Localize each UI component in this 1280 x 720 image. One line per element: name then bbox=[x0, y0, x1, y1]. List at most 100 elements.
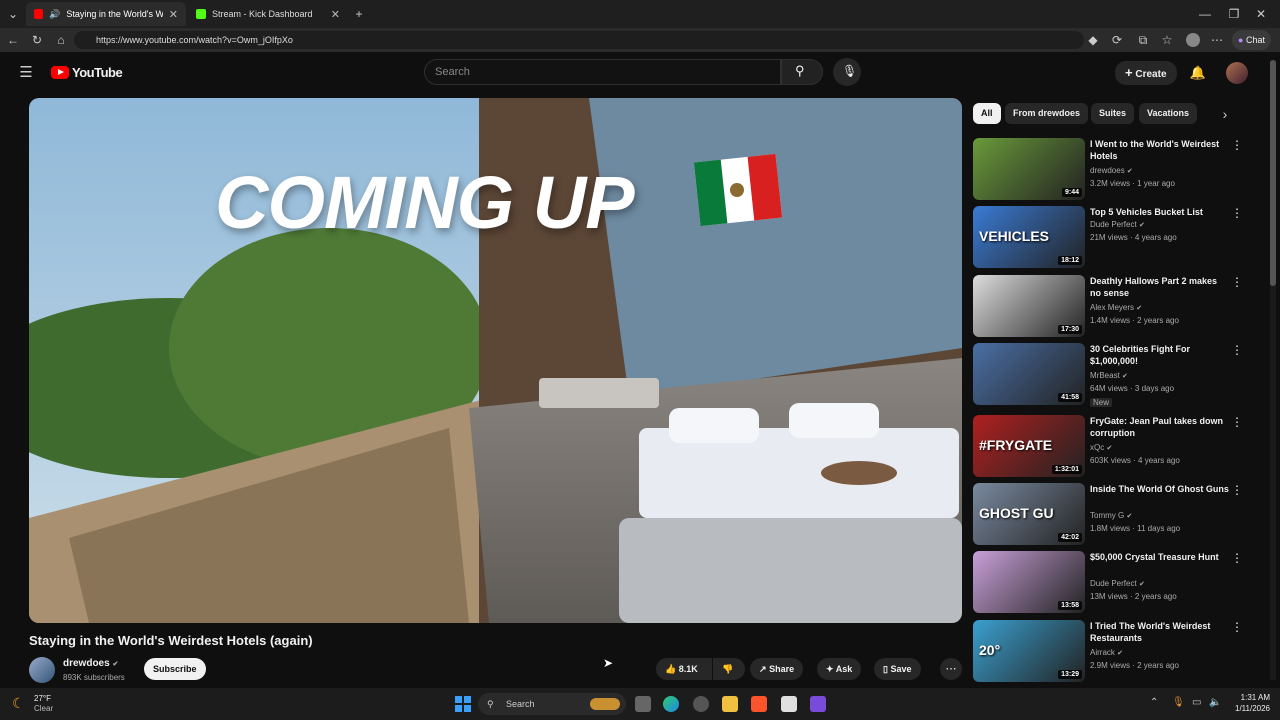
recommendation-menu-icon[interactable]: ⋮ bbox=[1231, 206, 1243, 220]
youtube-logo[interactable]: YouTube bbox=[51, 65, 123, 80]
recommendation-thumbnail[interactable]: 20° 13:29 bbox=[973, 620, 1085, 682]
taskbar-search[interactable]: ⚲ Search bbox=[478, 693, 626, 715]
like-button[interactable]: 👍 8.1K bbox=[656, 658, 712, 680]
search-input[interactable]: Search bbox=[424, 59, 781, 85]
recommendation-title[interactable]: $50,000 Crystal Treasure Hunt bbox=[1090, 551, 1230, 563]
recommendation-thumbnail[interactable]: 13:58 bbox=[973, 551, 1085, 613]
more-menu-icon[interactable]: ⋯ bbox=[1208, 31, 1226, 49]
recommendation-channel[interactable]: Dude Perfect bbox=[1090, 220, 1137, 229]
recommendation-thumbnail[interactable]: VEHICLES 18:12 bbox=[973, 206, 1085, 268]
recommendation-title[interactable]: FryGate: Jean Paul takes down corruption bbox=[1090, 415, 1230, 439]
recommendation-channel-row[interactable]: Tommy G ✔ bbox=[1090, 511, 1132, 520]
recommendation-menu-icon[interactable]: ⋮ bbox=[1231, 620, 1243, 634]
create-button[interactable]: + Create bbox=[1115, 61, 1177, 85]
video-player[interactable]: COMING UP bbox=[29, 98, 962, 623]
channel-avatar[interactable] bbox=[29, 657, 55, 683]
task-view-icon[interactable] bbox=[635, 696, 651, 712]
copilot-chat-button[interactable]: ● Chat bbox=[1232, 30, 1271, 50]
dislike-button[interactable]: 👎 bbox=[713, 658, 745, 680]
notifications-bell-icon[interactable]: 🔔 bbox=[1189, 64, 1207, 82]
recommendation-channel-row[interactable]: Dude Perfect ✔ bbox=[1090, 220, 1145, 229]
recommendation-channel-row[interactable]: MrBeast ✔ bbox=[1090, 371, 1128, 380]
recommendation-thumbnail[interactable]: 9:44 bbox=[973, 138, 1085, 200]
weather-temp[interactable]: 27°F bbox=[34, 694, 51, 703]
sync-icon[interactable]: ⟳ bbox=[1108, 31, 1126, 49]
recommendation-channel[interactable]: drewdoes bbox=[1090, 166, 1125, 175]
recommendation-menu-icon[interactable]: ⋮ bbox=[1231, 483, 1243, 497]
recommendation-channel-row[interactable]: xQc ✔ bbox=[1090, 443, 1112, 452]
volume-icon[interactable]: 🔈 bbox=[1209, 697, 1221, 708]
recommendation-title[interactable]: I Tried The World's Weirdest Restaurants bbox=[1090, 620, 1230, 644]
recommendation-channel[interactable]: Airrack bbox=[1090, 648, 1115, 657]
chrome-icon[interactable] bbox=[693, 696, 709, 712]
refresh-icon[interactable]: ↻ bbox=[28, 31, 46, 49]
account-avatar[interactable] bbox=[1226, 62, 1248, 84]
tab-list-chevron-icon[interactable]: ⌄ bbox=[4, 5, 22, 23]
save-button[interactable]: ▯ Save bbox=[874, 658, 921, 680]
profile-avatar[interactable] bbox=[1186, 33, 1200, 47]
recommendation-item[interactable]: 20° 13:29 I Tried The World's Weirdest Res… bbox=[973, 620, 1263, 684]
favorites-icon[interactable]: ☆ bbox=[1158, 31, 1176, 49]
recommendation-item[interactable]: VEHICLES 18:12 Top 5 Vehicles Bucket List D… bbox=[973, 206, 1263, 270]
recommendation-menu-icon[interactable]: ⋮ bbox=[1231, 275, 1243, 289]
windows-start-icon[interactable] bbox=[455, 696, 471, 712]
tray-overflow-chevron-icon[interactable]: ⌃ bbox=[1150, 697, 1158, 708]
tab-kick[interactable]: Stream - Kick Dashboard ✕ bbox=[188, 2, 348, 26]
scrollbar-thumb[interactable] bbox=[1270, 60, 1276, 286]
recommendation-channel-row[interactable]: Airrack ✔ bbox=[1090, 648, 1123, 657]
recommendation-thumbnail[interactable]: 41:58 bbox=[973, 343, 1085, 405]
recommendation-item[interactable]: 41:58 30 Celebrities Fight For $1,000,000… bbox=[973, 343, 1263, 407]
recommendation-item[interactable]: 17:30 Deathly Hallows Part 2 makes no sen… bbox=[973, 275, 1263, 339]
weather-moon-icon[interactable]: ☾ bbox=[12, 695, 25, 712]
recommendation-menu-icon[interactable]: ⋮ bbox=[1231, 551, 1243, 565]
recommendation-channel[interactable]: Alex Meyers bbox=[1090, 303, 1134, 312]
chip-all[interactable]: All bbox=[973, 103, 1001, 124]
channel-name-row[interactable]: drewdoes ✔ bbox=[63, 658, 118, 669]
subscribe-button[interactable]: Subscribe bbox=[144, 658, 206, 680]
recommendation-menu-icon[interactable]: ⋮ bbox=[1231, 415, 1243, 429]
share-button[interactable]: ↗ Share bbox=[750, 658, 804, 680]
file-explorer-icon[interactable] bbox=[722, 696, 738, 712]
recommendation-title[interactable]: Inside The World Of Ghost Guns bbox=[1090, 483, 1230, 495]
clock-time[interactable]: 1:31 AM bbox=[1230, 693, 1270, 702]
recommendation-thumbnail[interactable]: #FRYGATE 1:32:01 bbox=[973, 415, 1085, 477]
recommendation-channel[interactable]: Tommy G bbox=[1090, 511, 1124, 520]
recommendation-channel-row[interactable]: Alex Meyers ✔ bbox=[1090, 303, 1142, 312]
recommendation-menu-icon[interactable]: ⋮ bbox=[1231, 343, 1243, 357]
recommendation-item[interactable]: 9:44 I Went to the World's Weirdest Hotel… bbox=[973, 138, 1263, 202]
microphone-tray-icon[interactable]: 🎙 bbox=[1172, 697, 1185, 708]
page-scrollbar[interactable] bbox=[1270, 60, 1276, 680]
restore-icon[interactable]: ❐ bbox=[1225, 5, 1243, 23]
recommendation-thumbnail[interactable]: GHOST GU 42:02 bbox=[973, 483, 1085, 545]
more-actions-button[interactable]: ⋯ bbox=[940, 658, 962, 680]
recommendation-channel[interactable]: MrBeast bbox=[1090, 371, 1120, 380]
search-button[interactable]: ⚲ bbox=[781, 59, 823, 85]
recommendation-title[interactable]: Top 5 Vehicles Bucket List bbox=[1090, 206, 1230, 218]
brave-icon[interactable] bbox=[751, 696, 767, 712]
voice-search-button[interactable]: 🎙 bbox=[833, 58, 861, 86]
recommendation-channel-row[interactable]: Dude Perfect ✔ bbox=[1090, 579, 1145, 588]
chip-suites[interactable]: Suites bbox=[1091, 103, 1135, 124]
close-window-icon[interactable]: ✕ bbox=[1252, 5, 1270, 23]
recommendation-menu-icon[interactable]: ⋮ bbox=[1231, 138, 1243, 152]
recommendation-title[interactable]: 30 Celebrities Fight For $1,000,000! bbox=[1090, 343, 1230, 367]
chips-next-chevron-icon[interactable]: › bbox=[1216, 105, 1234, 123]
new-tab-icon[interactable]: + bbox=[350, 5, 368, 23]
ask-button[interactable]: ✦ Ask bbox=[817, 658, 862, 680]
hamburger-menu-icon[interactable]: ☰ bbox=[17, 64, 35, 82]
home-icon[interactable]: ⌂ bbox=[52, 31, 70, 49]
address-bar[interactable]: https://www.youtube.com/watch?v=Owm_jOIf… bbox=[74, 31, 1084, 49]
recommendation-title[interactable]: Deathly Hallows Part 2 makes no sense bbox=[1090, 275, 1230, 299]
audio-icon[interactable]: 🔊 bbox=[49, 9, 60, 20]
recommendation-channel-row[interactable]: drewdoes ✔ bbox=[1090, 166, 1133, 175]
split-icon[interactable]: ⧉ bbox=[1134, 31, 1152, 49]
recommendation-title[interactable]: I Went to the World's Weirdest Hotels bbox=[1090, 138, 1230, 162]
minimize-icon[interactable]: — bbox=[1196, 5, 1214, 23]
chip-from-drewdoes[interactable]: From drewdoes bbox=[1005, 103, 1089, 124]
close-tab-icon[interactable]: ✕ bbox=[169, 8, 178, 21]
close-tab-icon[interactable]: ✕ bbox=[331, 8, 340, 21]
edge-browser-icon[interactable] bbox=[663, 696, 679, 712]
recommendation-item[interactable]: 13:58 $50,000 Crystal Treasure Hunt Dude P… bbox=[973, 551, 1263, 615]
notepad-icon[interactable] bbox=[781, 696, 797, 712]
channel-name[interactable]: drewdoes bbox=[63, 658, 110, 669]
